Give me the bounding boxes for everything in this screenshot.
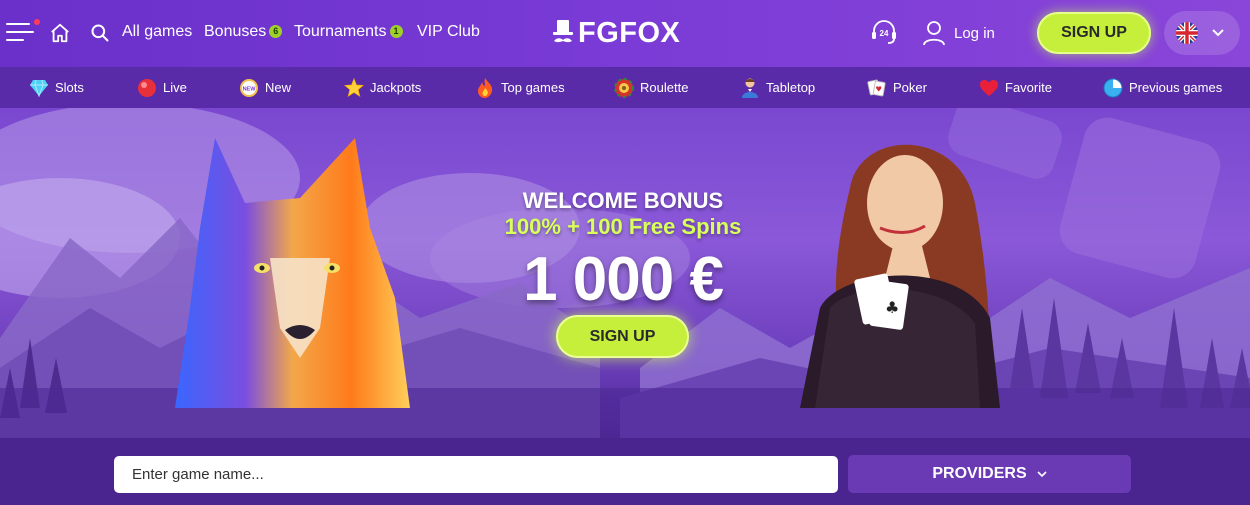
category-favorite-label: Favorite: [1005, 80, 1052, 95]
nav-vip-club-label: VIP Club: [417, 23, 480, 40]
category-new[interactable]: NEW New: [239, 67, 291, 108]
new-badge-icon: NEW: [239, 78, 259, 98]
uk-flag-icon: [1176, 22, 1198, 44]
category-tabletop-label: Tabletop: [766, 80, 816, 95]
dealer-icon: [740, 78, 760, 98]
category-favorite[interactable]: Favorite: [979, 67, 1052, 108]
category-tabletop[interactable]: Tabletop: [740, 67, 815, 108]
category-live[interactable]: Live: [137, 67, 187, 108]
roulette-icon: [614, 77, 634, 98]
menu-icon[interactable]: [6, 19, 40, 43]
svg-text:♣: ♣: [885, 298, 899, 317]
notification-dot: [34, 19, 40, 25]
category-slots-label: Slots: [55, 80, 84, 95]
nav-bonuses[interactable]: Bonuses 6: [204, 23, 283, 41]
star-icon: [344, 77, 364, 98]
nav-tournaments[interactable]: Tournaments 1: [294, 23, 403, 41]
support-24-icon[interactable]: 24: [870, 20, 898, 46]
category-jackpots-label: Jackpots: [370, 80, 422, 95]
live-dot-icon: [137, 78, 157, 98]
user-icon: [923, 21, 945, 46]
category-jackpots[interactable]: Jackpots: [344, 67, 421, 108]
category-new-label: New: [265, 80, 292, 95]
hero-signup-button[interactable]: SIGN UP: [556, 315, 689, 358]
logo-text: FGFOX: [578, 16, 681, 49]
category-live-label: Live: [163, 80, 187, 95]
chevron-down-icon: [1037, 470, 1047, 477]
hero-banner: ♣ WELCOME BONUS 100% + 100 Free Spins 1 …: [0, 108, 1250, 438]
svg-text:24: 24: [880, 29, 889, 38]
category-poker[interactable]: ♥ Poker: [867, 67, 927, 108]
dealer-illustration: ♣: [800, 144, 1000, 408]
tournaments-count-badge: 1: [389, 25, 403, 38]
heart-icon: [979, 78, 999, 98]
site-logo[interactable]: FGFOX: [552, 17, 680, 49]
language-selector[interactable]: [1164, 11, 1240, 55]
bonuses-count-badge: 6: [269, 25, 283, 38]
hero-title: WELCOME BONUS: [522, 188, 724, 213]
clock-icon: [1103, 78, 1123, 98]
category-roulette[interactable]: Roulette: [614, 67, 688, 108]
svg-text:NEW: NEW: [243, 86, 257, 92]
search-icon[interactable]: [89, 22, 111, 44]
providers-label: PROVIDERS: [932, 465, 1027, 482]
category-bar: Slots Live NEW New Jackpots Top games Ro…: [0, 67, 1250, 108]
svg-text:♥: ♥: [876, 84, 883, 93]
top-hat-mustache-icon: [553, 20, 573, 43]
diamond-icon: [29, 78, 49, 98]
category-top-games[interactable]: Top games: [475, 67, 565, 108]
nav-vip-club[interactable]: VIP Club: [417, 23, 480, 41]
login-button[interactable]: Log in: [922, 20, 995, 46]
cards-icon: ♥: [867, 78, 887, 98]
nav-all-games-label: All games: [122, 23, 193, 40]
nav-bonuses-label: Bonuses: [204, 23, 267, 40]
signup-button[interactable]: SIGN UP: [1037, 12, 1151, 54]
category-roulette-label: Roulette: [640, 80, 689, 95]
category-previous-games-label: Previous games: [1129, 80, 1223, 95]
category-poker-label: Poker: [893, 80, 927, 95]
hero-bonus-amount: 1 000 €: [523, 245, 724, 314]
providers-dropdown[interactable]: PROVIDERS: [848, 455, 1131, 493]
login-label: Log in: [954, 24, 995, 42]
nav-all-games[interactable]: All games: [122, 23, 192, 41]
category-previous-games[interactable]: Previous games: [1103, 67, 1222, 108]
fire-icon: [475, 77, 495, 98]
top-header: All games Bonuses 6 Tournaments 1 VIP Club…: [0, 0, 1250, 67]
home-icon[interactable]: [48, 21, 72, 45]
nav-tournaments-label: Tournaments: [294, 23, 387, 40]
game-search-input[interactable]: [114, 456, 838, 493]
category-slots[interactable]: Slots: [29, 67, 84, 108]
category-top-games-label: Top games: [501, 80, 565, 95]
chevron-down-icon: [1212, 29, 1224, 37]
hero-subtitle: 100% + 100 Free Spins: [504, 214, 742, 239]
